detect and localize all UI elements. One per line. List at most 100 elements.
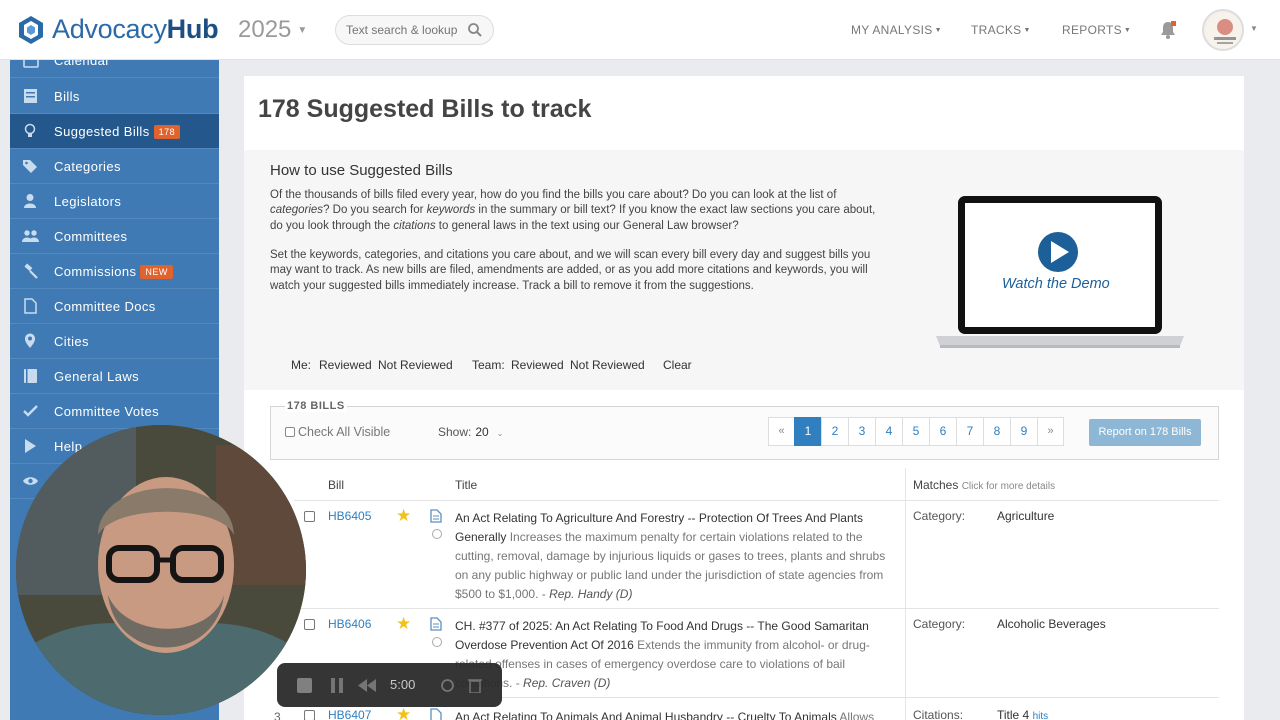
sidebar-item-label: Cities: [54, 334, 89, 349]
sidebar-item-categories[interactable]: Categories: [10, 149, 219, 184]
filter-team-label: Team:: [472, 358, 505, 372]
page-7[interactable]: 7: [956, 417, 984, 446]
bill-link[interactable]: HB6407: [328, 708, 371, 720]
search-box[interactable]: [335, 15, 494, 45]
page-5[interactable]: 5: [902, 417, 930, 446]
sidebar-item-committee-votes[interactable]: Committee Votes: [10, 394, 219, 429]
calendar-icon: [23, 60, 39, 68]
column-header-bill[interactable]: Bill: [328, 478, 344, 492]
rewind-icon[interactable]: [358, 679, 376, 692]
page-first[interactable]: «: [768, 417, 795, 446]
trash-icon[interactable]: [468, 677, 482, 693]
year-selector[interactable]: 2025 ▼: [238, 16, 307, 44]
chevron-down-icon: ▼: [1123, 27, 1132, 35]
menu-reports[interactable]: REPORTS ▼: [1062, 23, 1131, 37]
sidebar-item-label: Suggested Bills 178: [54, 124, 181, 139]
watch-demo-link[interactable]: Watch the Demo: [1002, 276, 1110, 292]
page-9[interactable]: 9: [1010, 417, 1038, 446]
search-icon[interactable]: [467, 22, 483, 38]
check-all-visible[interactable]: Check All Visible: [285, 425, 390, 439]
sidebar-item-legislators[interactable]: Legislators: [10, 184, 219, 219]
bill-link[interactable]: HB6405: [328, 509, 371, 523]
filter-me-reviewed[interactable]: Reviewed: [319, 358, 372, 372]
top-navbar: AdvocacyHub 2025 ▼ MY ANALYSIS▼ TRACKS▼ R…: [0, 0, 1280, 60]
star-icon[interactable]: ★: [396, 705, 411, 720]
tags-icon: [23, 160, 37, 173]
filter-team-not-reviewed[interactable]: Not Reviewed: [570, 358, 645, 372]
count-badge: 178: [153, 125, 181, 139]
filter-clear[interactable]: Clear: [663, 358, 692, 372]
bill-link[interactable]: HB6406: [328, 617, 371, 631]
brand-logo[interactable]: AdvocacyHub: [16, 14, 219, 45]
user-icon: [24, 194, 36, 208]
gavel-icon: [24, 263, 38, 279]
page-2[interactable]: 2: [821, 417, 849, 446]
review-status-circle[interactable]: [432, 637, 442, 647]
column-divider: [905, 468, 906, 720]
match-value[interactable]: Alcoholic Beverages: [997, 617, 1106, 631]
sidebar-item-bills[interactable]: Bills: [10, 79, 219, 114]
check-all-label: Check All Visible: [298, 425, 391, 439]
sidebar-item-cities[interactable]: Cities: [10, 324, 219, 359]
row-divider: [294, 608, 1219, 609]
document-icon[interactable]: [430, 708, 442, 720]
restart-icon[interactable]: [440, 678, 455, 693]
play-icon: [25, 439, 36, 453]
report-button[interactable]: Report on 178 Bills: [1089, 419, 1201, 446]
user-avatar[interactable]: [1202, 9, 1244, 51]
sidebar-item-committee-docs[interactable]: Committee Docs: [10, 289, 219, 324]
checkbox[interactable]: [285, 427, 295, 437]
match-value[interactable]: Agriculture: [997, 509, 1054, 523]
chevron-down-icon: ▼: [297, 25, 308, 37]
match-label: Category:: [913, 617, 966, 631]
match-value[interactable]: Title 4 hits: [997, 708, 1048, 720]
match-label: Citations:: [913, 708, 964, 720]
filter-me-label: Me:: [291, 358, 312, 372]
page-3[interactable]: 3: [848, 417, 876, 446]
filter-me-not-reviewed[interactable]: Not Reviewed: [378, 358, 453, 372]
check-icon: [23, 405, 38, 417]
page-8[interactable]: 8: [983, 417, 1011, 446]
bills-icon: [24, 89, 37, 103]
search-input[interactable]: [346, 23, 461, 37]
sidebar-item-commissions[interactable]: Commissions NEW: [10, 254, 219, 289]
howto-paragraph-1: Of the thousands of bills filed every ye…: [270, 189, 876, 232]
row-checkbox[interactable]: [304, 619, 315, 630]
bills-toolbar: 178 BILLS Check All Visible Show: 20 ⌄ « 1…: [270, 400, 1219, 460]
eye-icon: [23, 477, 38, 485]
menu-tracks[interactable]: TRACKS ▼: [971, 23, 1031, 37]
pause-icon[interactable]: [330, 678, 344, 693]
document-icon[interactable]: [430, 509, 442, 523]
sidebar-item-calendar[interactable]: Calendar: [10, 60, 219, 78]
review-status-circle[interactable]: [432, 529, 442, 539]
bill-title: An Act Relating To Agriculture And Fores…: [455, 511, 886, 601]
notifications-bell-icon[interactable]: [1159, 20, 1177, 40]
column-header-title[interactable]: Title: [455, 478, 477, 492]
bill-title: CH. #377 of 2025: An Act Relating To Foo…: [455, 619, 870, 690]
sidebar-item-committees[interactable]: Committees: [10, 219, 219, 254]
page-4[interactable]: 4: [875, 417, 903, 446]
star-icon[interactable]: ★: [396, 614, 411, 634]
row-checkbox[interactable]: [304, 710, 315, 720]
page-6[interactable]: 6: [929, 417, 957, 446]
column-header-matches[interactable]: Matches Click for more details: [913, 478, 1055, 492]
document-icon[interactable]: [430, 617, 442, 631]
page-1[interactable]: 1: [794, 417, 822, 446]
row-checkbox[interactable]: [304, 511, 315, 522]
page-last[interactable]: »: [1037, 417, 1064, 446]
sidebar-item-suggested-bills[interactable]: Suggested Bills 178: [10, 114, 219, 149]
recording-timer: 5:00: [390, 677, 416, 692]
sidebar-item-label: Calendar: [54, 60, 110, 68]
new-badge: NEW: [140, 265, 173, 279]
pagination: « 1 2 3 4 5 6 7 8 9 »: [768, 417, 1064, 446]
row-number: 3: [274, 710, 281, 720]
star-icon[interactable]: ★: [396, 506, 411, 526]
page-size-select[interactable]: Show: 20 ⌄: [438, 425, 503, 439]
stop-recording-icon[interactable]: [297, 678, 312, 693]
demo-video-thumbnail[interactable]: [934, 194, 1186, 354]
chevron-down-icon[interactable]: ▼: [1250, 24, 1258, 33]
sidebar-item-general-laws[interactable]: General Laws: [10, 359, 219, 394]
filter-team-reviewed[interactable]: Reviewed: [511, 358, 564, 372]
menu-my-analysis[interactable]: MY ANALYSIS ▼: [851, 23, 942, 37]
howto-heading: How to use Suggested Bills: [270, 162, 453, 179]
